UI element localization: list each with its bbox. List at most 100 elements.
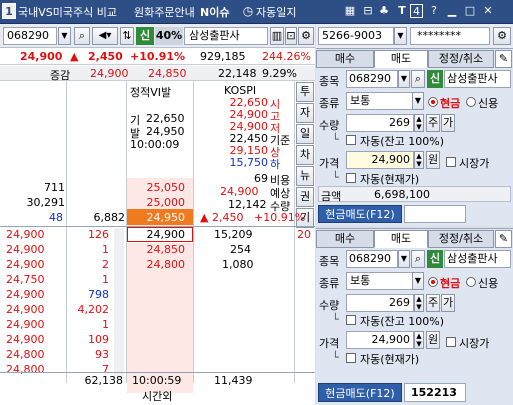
settings-gear-icon[interactable]: ⚙ [298, 27, 314, 45]
search-icon[interactable]: ⌕ [74, 27, 90, 45]
ask-price[interactable]: 25,000 [147, 196, 186, 209]
chart-icon[interactable]: ▥ [270, 27, 284, 45]
order-price-input[interactable]: 24,900 [346, 331, 414, 349]
edit-icon[interactable]: ✎ [495, 50, 512, 68]
pin-icon[interactable]: ⊟ [360, 3, 376, 19]
settings-gear-icon[interactable]: ⚙ [493, 27, 511, 45]
cash-radio[interactable] [428, 275, 438, 288]
auto-price-checkbox[interactable] [346, 351, 356, 364]
cash-sell-button[interactable]: 현금매도(F12) [318, 383, 402, 402]
order-code-input[interactable]: 068290 [346, 250, 398, 268]
window-grid-icon[interactable]: ▦ [342, 3, 358, 19]
sell-order-panel-2: 매수 매도 정정/취소 ✎ 종목 068290 ▼ ⌕ 신 삼성출판사 종류 보… [316, 228, 513, 405]
close-icon[interactable]: ✕ [480, 3, 496, 19]
help-number[interactable]: 4 [410, 4, 423, 18]
ask-price[interactable]: 25,050 [147, 181, 186, 194]
bid-current-price[interactable]: 24,900 [147, 228, 186, 241]
after-hours-label[interactable]: 시간외 [142, 388, 172, 404]
vi-time: 10:00:09 [130, 138, 180, 151]
amount-label: 금액 [321, 190, 342, 203]
order-code-input[interactable]: 068290 [346, 70, 398, 88]
link-icon[interactable]: ⊡ [285, 27, 297, 45]
qty-shares-button[interactable]: 주 [426, 114, 440, 132]
tab-modify-cancel[interactable]: 정정/취소 [428, 230, 494, 248]
side-tab-invest[interactable]: 투 [296, 82, 314, 102]
side-tab-asset[interactable]: 자 [296, 103, 314, 123]
tick-qty: 1 [102, 273, 109, 286]
tab-buy[interactable]: 매수 [316, 50, 374, 68]
edit-icon[interactable]: ✎ [495, 230, 512, 248]
market-price-label: 시장가 [459, 337, 490, 350]
tab-modify-cancel[interactable]: 정정/취소 [428, 50, 494, 68]
auto-qty-label: 자동(잔고 100%) [360, 135, 445, 148]
auto-log-link[interactable]: 자동일지 [256, 4, 296, 20]
market-price-checkbox[interactable] [446, 335, 456, 348]
vi-title: 정적VI발 [130, 86, 172, 99]
stock-code-input[interactable]: 068290 [3, 27, 57, 45]
code-dropdown-icon[interactable]: ▼ [58, 27, 71, 45]
order-type-dropdown-icon[interactable]: ▼ [412, 272, 424, 290]
account-select[interactable]: 5266-9003 [318, 27, 394, 45]
amount-row: 금액 6,698,100 [318, 186, 511, 203]
prev-stock-button[interactable]: ⇅ [120, 27, 134, 45]
clock-icon[interactable]: ◷ [240, 3, 256, 19]
price-spinner[interactable]: ▲ ▼ [414, 151, 424, 169]
cash-sell-button[interactable]: 현금매도(F12) [318, 205, 402, 223]
bid-price[interactable]: 24,850 [147, 243, 186, 256]
auto-qty-checkbox[interactable] [346, 133, 356, 146]
screen-number[interactable]: 1 [2, 3, 16, 19]
bid-price[interactable]: 24,800 [147, 258, 186, 271]
ask-price[interactable]: 24,950 [147, 211, 186, 224]
current-price: 24,900 [20, 50, 63, 63]
vi-trigger-price: 24,950 [146, 125, 185, 138]
credit-radio[interactable] [466, 275, 476, 288]
credit-radio[interactable] [466, 95, 476, 108]
order-code-dropdown-icon[interactable]: ▼ [398, 250, 410, 268]
order-qty-input[interactable]: 269 [346, 114, 414, 132]
order-search-icon[interactable]: ⌕ [411, 250, 425, 268]
qty-available-button[interactable]: 가 [441, 294, 455, 312]
price-won-button[interactable]: 원 [426, 331, 440, 349]
won-order-guide-link[interactable]: 원화주문안내 [134, 4, 195, 20]
qty-spinner[interactable]: ▲ ▼ [414, 294, 424, 312]
tick-scrollbar[interactable] [114, 228, 124, 378]
order-search-icon[interactable]: ⌕ [411, 70, 425, 88]
side-tab-daily[interactable]: 일 [296, 124, 314, 144]
password-input[interactable]: ******** [410, 27, 490, 45]
news-issue-link[interactable]: N이슈 [200, 4, 229, 20]
bid-right-count: 20 [297, 228, 311, 241]
speaker-icon[interactable]: ◀▾ [92, 27, 118, 45]
font-icon[interactable]: T [394, 3, 410, 19]
tick-price: 24,900 [6, 243, 45, 256]
ask-qty: 30,291 [26, 196, 66, 209]
order-price-input[interactable]: 24,900 [346, 151, 414, 169]
bell-icon[interactable]: ♣ [376, 3, 392, 19]
minimize-icon[interactable]: ▁ [444, 3, 460, 19]
cash-radio[interactable] [428, 95, 438, 108]
tab-sell[interactable]: 매도 [374, 230, 428, 248]
side-tab-chart[interactable]: 차 [296, 145, 314, 165]
stock-name-field[interactable]: 삼성출판사 [184, 27, 268, 45]
market-price-checkbox[interactable] [446, 155, 456, 168]
order-type-dropdown-icon[interactable]: ▼ [412, 92, 424, 110]
tab-buy[interactable]: 매수 [316, 230, 374, 248]
order-code-dropdown-icon[interactable]: ▼ [398, 70, 410, 88]
qty-shares-button[interactable]: 주 [426, 294, 440, 312]
price-won-button[interactable]: 원 [426, 151, 440, 169]
price-spinner[interactable]: ▲ ▼ [414, 331, 424, 349]
compare-link[interactable]: 국내VS미국주식 비교 [18, 4, 117, 20]
tick-price: 24,900 [6, 288, 45, 301]
account-dropdown-icon[interactable]: ▼ [394, 27, 407, 45]
side-tab-rights[interactable]: 권 [296, 187, 314, 207]
help-icon[interactable]: ? [426, 3, 442, 19]
tick-price-column: 24,900 24,900 24,900 24,750 24,900 24,90… [0, 227, 66, 383]
maximize-icon[interactable]: □ [462, 3, 478, 19]
qty-spinner[interactable]: ▲ ▼ [414, 114, 424, 132]
tab-sell[interactable]: 매도 [374, 50, 428, 68]
order-qty-input[interactable]: 269 [346, 294, 414, 312]
qty-available-button[interactable]: 가 [441, 114, 455, 132]
side-tab-news[interactable]: 뉴 [296, 166, 314, 186]
tree-connector-icon: └ [332, 171, 339, 184]
auto-qty-checkbox[interactable] [346, 313, 356, 326]
auto-price-checkbox[interactable] [346, 171, 356, 184]
